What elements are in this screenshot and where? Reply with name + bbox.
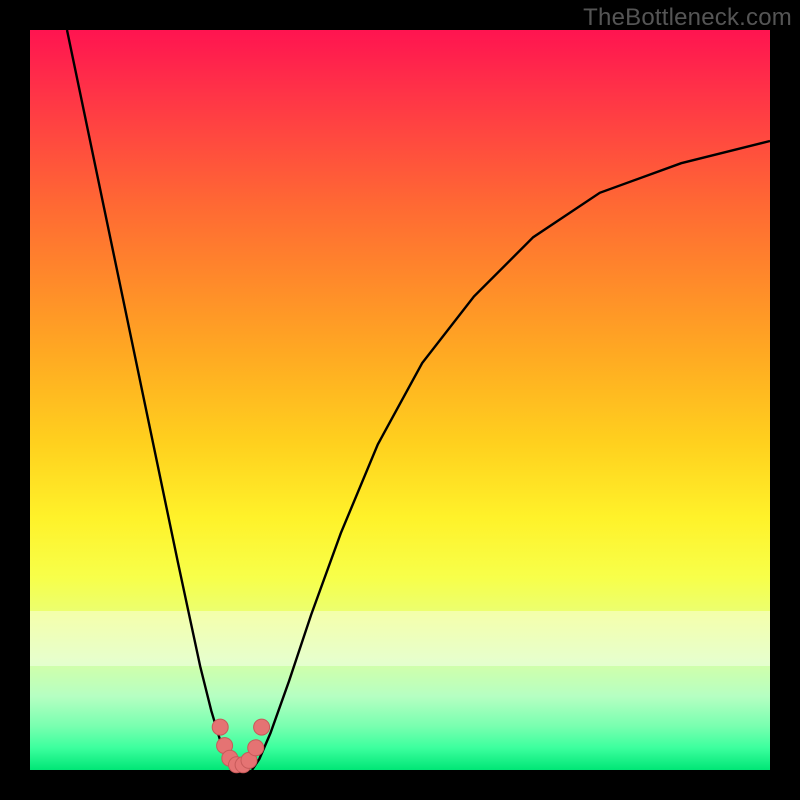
plot-area bbox=[30, 30, 770, 770]
chart-frame: TheBottleneck.com bbox=[0, 0, 800, 800]
curve-right-branch bbox=[252, 141, 770, 770]
bottleneck-curve bbox=[30, 30, 770, 770]
bottleneck-markers bbox=[212, 719, 269, 773]
curve-left-branch bbox=[67, 30, 237, 770]
watermark-text: TheBottleneck.com bbox=[583, 4, 792, 32]
